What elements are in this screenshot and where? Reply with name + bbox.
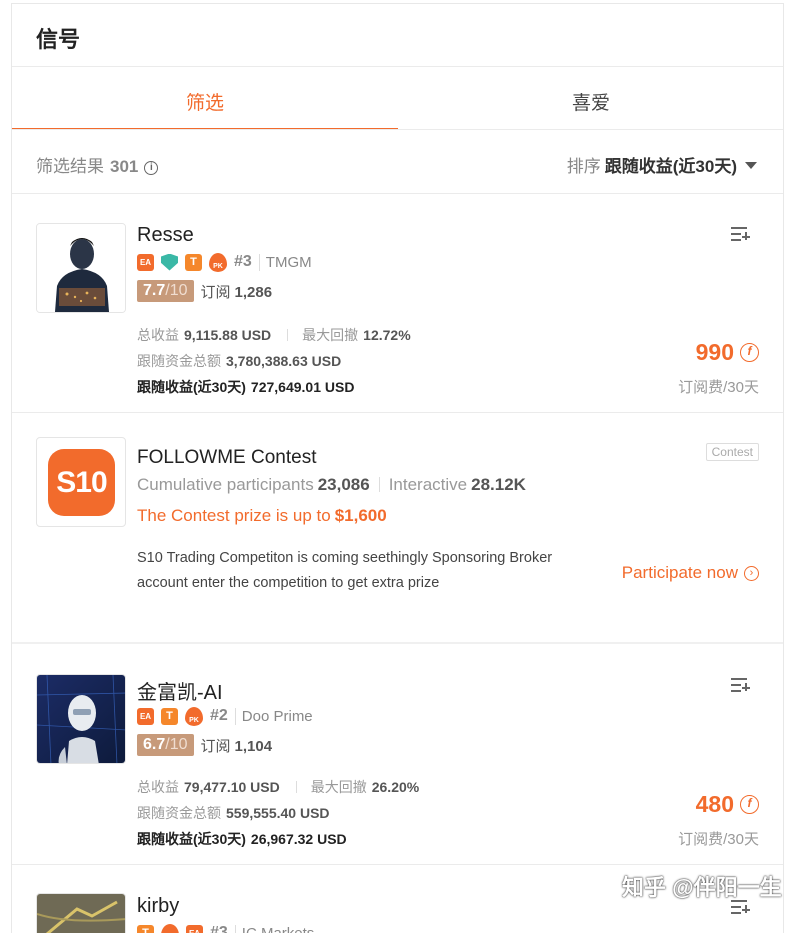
score-badge: 7.7/10	[137, 280, 194, 302]
badge-row: EA T PK #2 Doo Prime	[137, 706, 313, 726]
t-badge-icon: T	[161, 707, 178, 725]
ea-badge-icon: EA	[137, 707, 154, 725]
add-to-list-icon[interactable]	[731, 900, 750, 915]
watermark: 知乎 @伴阳一生	[622, 875, 782, 900]
filter-results-label: 筛选结果	[36, 157, 104, 176]
price-unit: 订阅费/30天	[678, 831, 759, 848]
sort-value: 跟随收益(近30天)	[604, 157, 737, 176]
participate-now-link[interactable]: Participate now ›	[622, 563, 759, 583]
price: 990 f	[696, 339, 759, 366]
verified-shield-icon	[161, 253, 178, 271]
currency-coin-icon: f	[740, 795, 759, 814]
follow-funds: 跟随资金总额 3,780,388.63 USD	[137, 353, 342, 369]
signal-card[interactable]: 金富凯-AI EA T PK #2 Doo Prime 6.7/10 订阅 1,1…	[12, 644, 783, 864]
subscriptions: 订阅 1,104	[200, 737, 273, 755]
score-row: 6.7/10 订阅 1,104	[137, 734, 272, 756]
avatar[interactable]	[36, 674, 126, 764]
signal-name[interactable]: 金富凯-AI	[137, 676, 223, 705]
price-unit: 订阅费/30天	[678, 379, 759, 396]
signal-card[interactable]: Resse EA T PK #3 TMGM 7.7/10 订阅 1,286 总收益…	[12, 194, 783, 412]
ea-badge-icon: EA	[186, 924, 203, 933]
stat-row: 总收益 79,477.10 USD 最大回撤 26.20%	[137, 779, 420, 795]
pk-fire-icon: PK	[161, 923, 179, 933]
follow-profit: 跟随收益(近30天) 727,649.01 USD	[137, 379, 355, 395]
sort-label: 排序	[566, 157, 601, 176]
badge-row: EA T PK #3 TMGM	[137, 252, 312, 272]
ea-badge-icon: EA	[137, 253, 154, 271]
contest-description: S10 Trading Competiton is coming seethin…	[137, 550, 553, 591]
sort-dropdown[interactable]: 排序 跟随收益(近30天)	[567, 152, 757, 177]
pk-fire-icon: PK	[185, 706, 203, 726]
info-icon[interactable]: i	[144, 161, 159, 175]
chevron-down-icon	[745, 162, 757, 169]
rank: #3	[234, 253, 252, 270]
follow-funds: 跟随资金总额 559,555.40 USD	[137, 805, 330, 821]
tab-filter[interactable]: 筛选	[12, 88, 398, 115]
contest-stats: Cumulative participants 23,086 Interactive…	[137, 475, 526, 494]
divider	[12, 129, 783, 130]
contest-logo[interactable]: S10	[36, 437, 126, 527]
contest-tag: Contest	[705, 443, 759, 461]
score-badge: 6.7/10	[137, 734, 194, 756]
filter-results-count: 301	[110, 157, 139, 176]
t-badge-icon: T	[185, 253, 202, 271]
tab-favorites[interactable]: 喜爱	[398, 88, 783, 115]
add-to-list-icon[interactable]	[731, 678, 750, 693]
s10-logo-icon: S10	[48, 449, 115, 516]
price: 480 f	[696, 791, 759, 818]
badge-row: T PK EA #3 IC Markets	[137, 923, 314, 933]
avatar[interactable]	[36, 223, 126, 313]
add-to-list-icon[interactable]	[731, 227, 750, 242]
signal-name[interactable]: kirby	[137, 895, 179, 918]
signal-name[interactable]: Resse	[137, 224, 194, 247]
filter-results: 筛选结果 301 i	[36, 152, 159, 177]
rank: #3	[210, 924, 228, 933]
stat-row: 总收益 9,115.88 USD 最大回撤 12.72%	[137, 327, 411, 343]
currency-coin-icon: f	[740, 343, 759, 362]
divider	[12, 66, 783, 67]
broker: Doo Prime	[234, 707, 313, 725]
chevron-right-icon: ›	[744, 565, 759, 581]
subscriptions: 订阅 1,286	[200, 283, 273, 301]
follow-profit: 跟随收益(近30天) 26,967.32 USD	[137, 831, 347, 847]
contest-prize: The Contest prize is up to $1,600	[137, 506, 387, 525]
page-title: 信号	[36, 27, 81, 52]
contest-title[interactable]: FOLLOWME Contest	[137, 447, 317, 469]
contest-card[interactable]: S10 FOLLOWME Contest Contest Cumulative …	[12, 413, 783, 642]
pk-fire-icon: PK	[209, 252, 227, 272]
avatar[interactable]	[36, 893, 126, 933]
broker: IC Markets	[234, 924, 314, 933]
rank: #2	[210, 707, 228, 724]
t-badge-icon: T	[137, 924, 154, 933]
signal-panel: 信号 筛选 喜爱 筛选结果 301 i 排序 跟随收益(近30天) Resse EA …	[11, 3, 784, 933]
score-row: 7.7/10 订阅 1,286	[137, 280, 272, 302]
broker: TMGM	[258, 253, 312, 271]
